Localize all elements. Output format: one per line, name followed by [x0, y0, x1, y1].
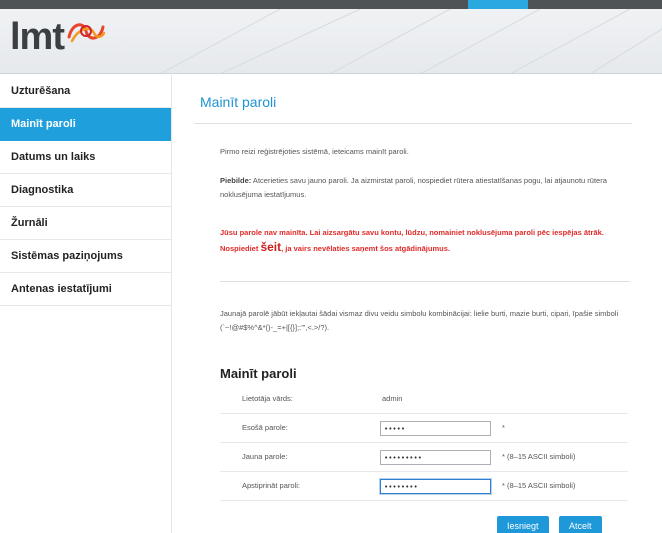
logo-text: lmt: [10, 16, 65, 58]
submit-button[interactable]: Iesniegt: [497, 516, 549, 533]
note-body: Atcerieties savu jauno paroli. Ja aizmir…: [220, 176, 607, 199]
section-divider: [220, 281, 630, 282]
page-title: Mainīt paroli: [200, 94, 277, 110]
sidebar-item-logs[interactable]: Žurnāli: [0, 207, 171, 240]
new-password-field[interactable]: [380, 450, 491, 465]
password-rules-text: Jaunajā parolē jābūt iekļautai šādai vis…: [220, 309, 619, 332]
sidebar: Uzturēšana Mainīt paroli Datums un laiks…: [0, 75, 172, 533]
warning-text-2: , ja vairs nevēlaties saņemt šos atgādin…: [281, 244, 450, 253]
current-password-hint: *: [502, 423, 505, 432]
username-row: Lietotāja vārds: admin: [220, 386, 628, 414]
password-warning: Jūsu parole nav mainīta. Lai aizsargātu …: [220, 225, 640, 256]
new-password-hint: * (8–15 ASCII simboli): [502, 452, 576, 461]
logo-mark-icon: [67, 23, 106, 43]
username-value: admin: [382, 394, 403, 403]
sidebar-item-label: Žurnāli: [11, 217, 48, 229]
new-password-label: Jauna parole:: [242, 452, 288, 461]
sidebar-item-label: Datums un laiks: [11, 151, 96, 163]
sidebar-item-diagnostics[interactable]: Diagnostika: [0, 174, 171, 207]
top-strip-accent: [468, 0, 528, 9]
sidebar-item-change-password[interactable]: Mainīt paroli: [0, 108, 171, 141]
confirm-password-label: Apstiprināt paroli:: [242, 481, 300, 490]
sidebar-item-label: Sistēmas paziņojums: [11, 250, 123, 262]
cancel-button[interactable]: Atcelt: [559, 516, 602, 533]
note-label: Piebilde:: [220, 176, 252, 185]
form-title: Mainīt paroli: [220, 366, 297, 381]
sidebar-item-label: Uzturēšana: [11, 85, 71, 97]
sidebar-item-antenna-settings[interactable]: Antenas iestatījumi: [0, 273, 171, 306]
sidebar-item-system-notification[interactable]: Sistēmas paziņojums: [0, 240, 171, 273]
sidebar-item-maintenance[interactable]: Uzturēšana: [0, 75, 171, 108]
sidebar-item-date-time[interactable]: Datums un laiks: [0, 141, 171, 174]
confirm-password-hint: * (8–15 ASCII simboli): [502, 481, 576, 490]
warning-link[interactable]: šeit: [260, 240, 281, 254]
confirm-password-field[interactable]: [380, 479, 491, 494]
current-password-row: Esošā parole: *: [220, 415, 628, 443]
header-decoration: [160, 9, 662, 73]
sidebar-item-label: Mainīt paroli: [11, 118, 76, 130]
sidebar-item-label: Diagnostika: [11, 184, 74, 196]
top-strip: [0, 0, 662, 9]
note-text: Piebilde: Atcerieties savu jauno paroli.…: [220, 174, 640, 202]
sidebar-item-label: Antenas iestatījumi: [11, 283, 112, 295]
lmt-logo: lmt: [10, 15, 106, 59]
header-bar: lmt: [0, 0, 662, 74]
username-label: Lietotāja vārds:: [242, 394, 293, 403]
intro-text: Pirmo reizi reģistrējoties sistēmā, iete…: [220, 147, 409, 156]
title-divider: [194, 123, 632, 124]
new-password-row: Jauna parole: * (8–15 ASCII simboli): [220, 444, 628, 472]
current-password-field[interactable]: [380, 421, 491, 436]
current-password-label: Esošā parole:: [242, 423, 288, 432]
confirm-password-row: Apstiprināt paroli: * (8–15 ASCII simbol…: [220, 473, 628, 501]
main-content: Mainīt paroli Pirmo reizi reģistrējoties…: [172, 75, 662, 533]
